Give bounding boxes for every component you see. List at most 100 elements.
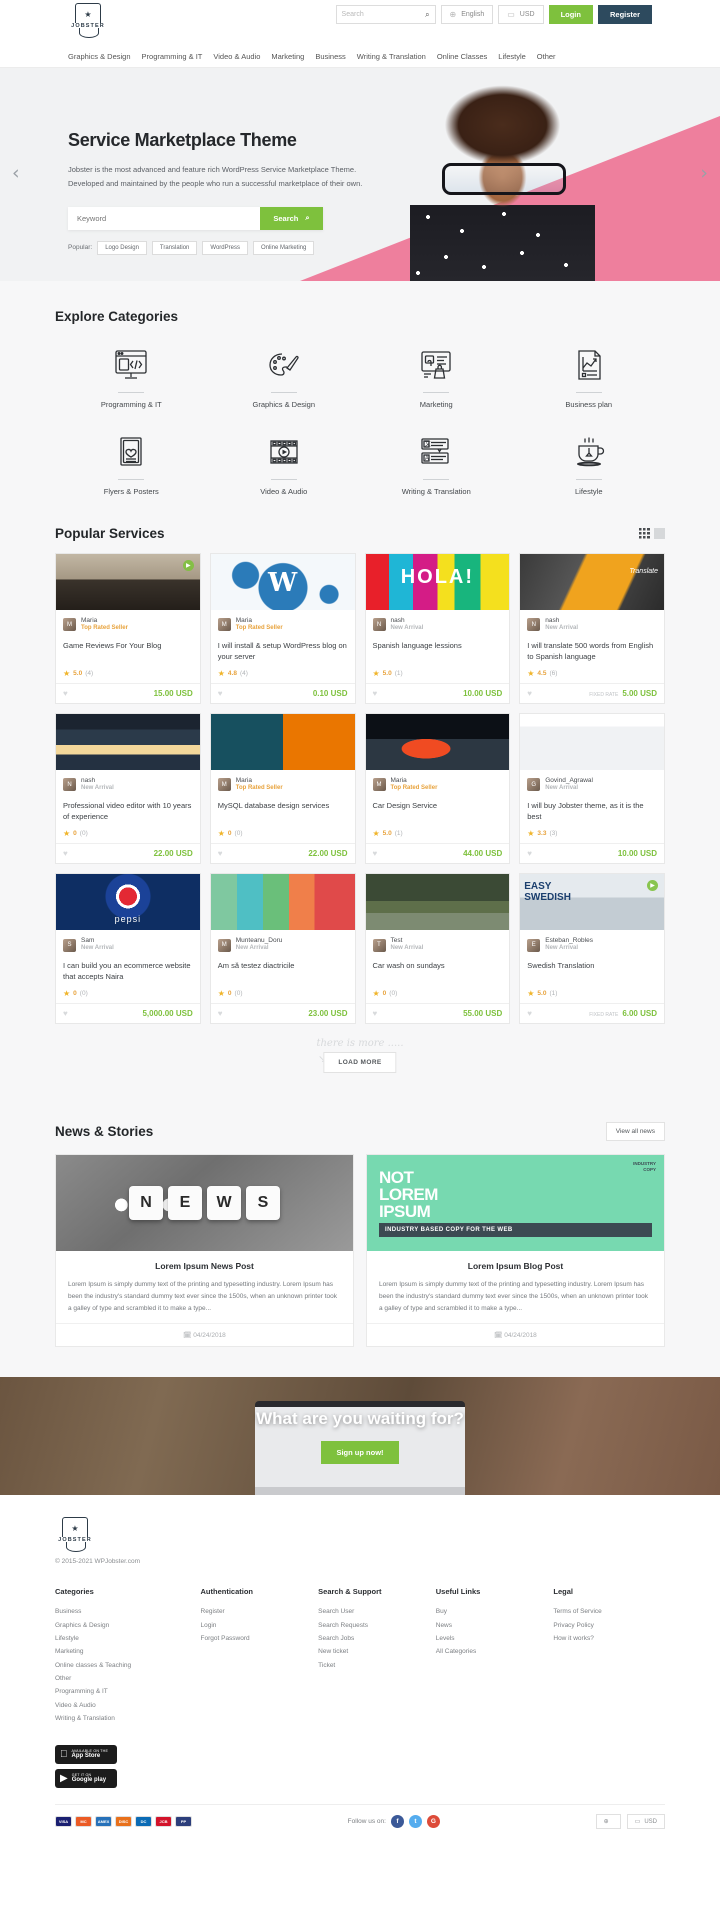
footer-link[interactable]: Business — [55, 1605, 195, 1618]
login-button[interactable]: Login — [548, 5, 593, 24]
service-title[interactable]: I can build you an ecommerce website tha… — [63, 960, 193, 983]
footer-link[interactable]: Search User — [318, 1605, 430, 1618]
app-store-button[interactable]:  AVAILABLE ON THE App Store — [55, 1745, 117, 1765]
favorite-heart-icon[interactable]: ♥ — [527, 1009, 532, 1018]
service-title[interactable]: I will install & setup WordPress blog on… — [218, 640, 348, 663]
category-writing-translation[interactable]: 文 A Writing & Translation — [360, 431, 513, 496]
service-title[interactable]: MySQL database design services — [218, 800, 348, 822]
category-lifestyle[interactable]: Lifestyle — [513, 431, 666, 496]
service-seller[interactable]: M Maria Top Rated Seller — [63, 617, 193, 633]
footer-logo[interactable]: JOBSTER — [55, 1517, 95, 1553]
category-flyers-posters[interactable]: Flyers & Posters — [55, 431, 208, 496]
category-marketing[interactable]: Marketing — [360, 344, 513, 409]
service-card[interactable]: M Maria Top Rated Seller Car Design Serv… — [364, 713, 511, 865]
service-card[interactable]: W M Maria Top Rated Seller I will instal… — [209, 553, 356, 705]
search-icon[interactable]: ⌕ — [425, 10, 429, 20]
footer-link[interactable]: Register — [201, 1605, 313, 1618]
search-input[interactable]: Search — [342, 11, 364, 18]
favorite-heart-icon[interactable]: ♥ — [373, 1009, 378, 1018]
footer-language-selector[interactable]: ⊕ — [595, 1814, 621, 1830]
signup-button[interactable]: Sign up now! — [321, 1440, 399, 1464]
service-seller[interactable]: N nash New Arrival — [372, 617, 503, 633]
service-title[interactable]: Am să testez diactricile — [218, 960, 348, 982]
service-seller[interactable]: T Test New Arrival — [372, 937, 503, 953]
service-seller[interactable]: N nash New Arrival — [527, 617, 657, 633]
footer-link[interactable]: Forgot Password — [201, 1632, 313, 1645]
hero-keyword-input[interactable] — [68, 206, 260, 230]
nav-item-programming[interactable]: Programming & IT — [142, 52, 203, 61]
currency-selector[interactable]: ▭ USD — [498, 5, 544, 24]
footer-link[interactable]: Writing & Translation — [55, 1712, 195, 1725]
hero-prev-arrow[interactable]: ‹ — [12, 162, 20, 184]
footer-link[interactable]: New ticket — [318, 1645, 430, 1658]
language-selector[interactable]: ⊕ English — [440, 5, 494, 24]
list-view-icon[interactable] — [654, 528, 665, 539]
footer-link[interactable]: How it works? — [553, 1632, 665, 1645]
footer-link[interactable]: Search Requests — [318, 1619, 430, 1632]
play-icon[interactable]: ▶ — [647, 880, 658, 892]
service-card[interactable]: G Govind_Agrawal New Arrival I will buy … — [519, 713, 665, 865]
favorite-heart-icon[interactable]: ♥ — [63, 689, 68, 698]
service-seller[interactable]: G Govind_Agrawal New Arrival — [527, 777, 657, 793]
category-business-plan[interactable]: Business plan — [513, 344, 666, 409]
grid-view-icon[interactable] — [639, 528, 650, 539]
service-card[interactable]: HOLA! N nash New Arrival Spanish languag… — [364, 553, 511, 705]
footer-link[interactable]: Graphics & Design — [55, 1619, 195, 1632]
service-card[interactable]: M Maria Top Rated Seller MySQL database … — [209, 713, 356, 865]
nav-item-video[interactable]: Video & Audio — [213, 52, 260, 61]
google-icon[interactable]: G — [426, 1815, 440, 1829]
footer-link[interactable]: Online classes & Teaching — [55, 1659, 195, 1672]
popular-tag-translation[interactable]: Translation — [151, 240, 198, 255]
favorite-heart-icon[interactable]: ♥ — [373, 689, 378, 698]
favorite-heart-icon[interactable]: ♥ — [218, 849, 223, 858]
service-title[interactable]: Swedish Translation — [527, 960, 657, 982]
twitter-icon[interactable]: t — [408, 1815, 422, 1829]
footer-link[interactable]: Video & Audio — [55, 1699, 195, 1712]
news-card[interactable]: N E W S Lorem Ipsum News Post Lorem Ipsu… — [55, 1154, 354, 1348]
footer-link[interactable]: Ticket — [318, 1659, 430, 1672]
favorite-heart-icon[interactable]: ♥ — [218, 689, 223, 698]
service-title[interactable]: Professional video editor with 10 years … — [63, 800, 193, 823]
footer-link[interactable]: All Categories — [436, 1645, 548, 1658]
view-all-news-button[interactable]: View all news — [605, 1122, 665, 1142]
service-seller[interactable]: M Munteanu_Doru New Arrival — [217, 937, 348, 953]
service-card[interactable]: M Munteanu_Doru New Arrival Am să testez… — [209, 873, 356, 1025]
footer-currency-selector[interactable]: ▭ USD — [626, 1814, 665, 1830]
service-title[interactable]: I will buy Jobster theme, as it is the b… — [527, 800, 657, 823]
service-card[interactable]: EASY SWEDISH ▶ E Esteban_Robles New Arriva… — [519, 873, 665, 1025]
site-logo[interactable]: JOBSTER — [68, 3, 108, 38]
favorite-heart-icon[interactable]: ♥ — [527, 689, 532, 698]
favorite-heart-icon[interactable]: ♥ — [63, 849, 68, 858]
favorite-heart-icon[interactable]: ♥ — [218, 1009, 223, 1018]
popular-tag-wordpress[interactable]: WordPress — [202, 240, 248, 255]
popular-tag-logo-design[interactable]: Logo Design — [97, 240, 147, 255]
news-card[interactable]: INDUSTRY COPY NOT LOREM IPSUM INDUSTRY BA… — [366, 1154, 665, 1348]
nav-item-lifestyle[interactable]: Lifestyle — [498, 52, 526, 61]
favorite-heart-icon[interactable]: ♥ — [527, 849, 532, 858]
service-seller[interactable]: M Maria Top Rated Seller — [217, 617, 348, 633]
footer-link[interactable]: Levels — [436, 1632, 548, 1645]
favorite-heart-icon[interactable]: ♥ — [373, 849, 378, 858]
popular-tag-online-marketing[interactable]: Online Marketing — [252, 240, 315, 255]
service-card[interactable]: T Test New Arrival Car wash on sundays ★… — [364, 873, 511, 1025]
facebook-icon[interactable]: f — [390, 1815, 404, 1829]
service-seller[interactable]: M Maria Top Rated Seller — [372, 777, 503, 793]
nav-item-graphics[interactable]: Graphics & Design — [68, 52, 131, 61]
nav-item-other[interactable]: Other — [537, 52, 556, 61]
category-programming-it[interactable]: Programming & IT — [55, 344, 208, 409]
category-graphics-design[interactable]: Graphics & Design — [208, 344, 361, 409]
hero-next-arrow[interactable]: › — [700, 162, 708, 184]
service-title[interactable]: I will translate 500 words from English … — [527, 640, 657, 663]
google-play-button[interactable]: ▶ GET IT ON Google play — [55, 1769, 117, 1789]
hero-search-button[interactable]: Search ⌕ — [260, 206, 323, 230]
register-button[interactable]: Register — [597, 5, 652, 24]
favorite-heart-icon[interactable]: ♥ — [63, 1009, 68, 1018]
service-seller[interactable]: S Sam New Arrival — [63, 937, 193, 953]
footer-link[interactable]: Other — [55, 1672, 195, 1685]
category-video-audio[interactable]: Video & Audio — [208, 431, 361, 496]
play-icon[interactable]: ▶ — [182, 560, 194, 571]
service-title[interactable]: Car Design Service — [373, 800, 503, 822]
nav-item-online-classes[interactable]: Online Classes — [437, 52, 487, 61]
service-seller[interactable]: N nash New Arrival — [63, 777, 193, 793]
service-card[interactable]: N nash New Arrival Professional video ed… — [55, 713, 201, 865]
